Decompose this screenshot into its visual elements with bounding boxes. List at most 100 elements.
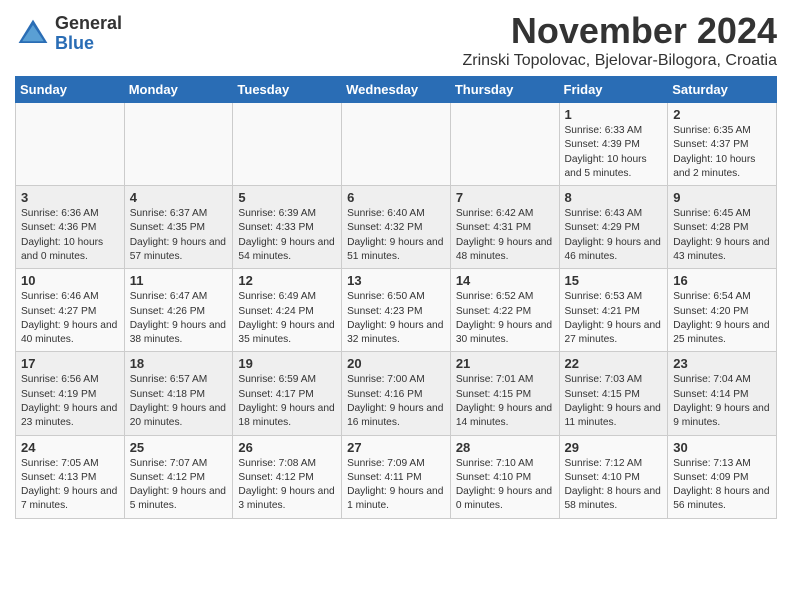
day-number: 15: [565, 273, 663, 288]
day-info: Sunrise: 7:04 AM Sunset: 4:14 PM Dayligh…: [673, 373, 771, 430]
calendar-cell: 26 Sunrise: 7:08 AM Sunset: 4:12 PM Dayli…: [233, 435, 342, 518]
day-info: Sunrise: 6:49 AM Sunset: 4:24 PM Dayligh…: [238, 290, 336, 347]
day-number: 23: [673, 356, 771, 371]
calendar-cell: 12 Sunrise: 6:49 AM Sunset: 4:24 PM Dayli…: [233, 269, 342, 352]
day-info: Sunrise: 7:01 AM Sunset: 4:15 PM Dayligh…: [456, 373, 554, 430]
day-info: Sunrise: 6:37 AM Sunset: 4:35 PM Dayligh…: [130, 207, 228, 264]
day-number: 4: [130, 190, 228, 205]
day-number: 11: [130, 273, 228, 288]
day-info: Sunrise: 6:52 AM Sunset: 4:22 PM Dayligh…: [456, 290, 554, 347]
day-number: 1: [565, 107, 663, 122]
day-info: Sunrise: 6:57 AM Sunset: 4:18 PM Dayligh…: [130, 373, 228, 430]
day-number: 24: [21, 440, 119, 455]
month-title: November 2024: [462, 10, 777, 52]
day-number: 21: [456, 356, 554, 371]
day-info: Sunrise: 6:33 AM Sunset: 4:39 PM Dayligh…: [565, 124, 663, 181]
day-info: Sunrise: 7:08 AM Sunset: 4:12 PM Dayligh…: [238, 457, 336, 514]
day-number: 28: [456, 440, 554, 455]
calendar-cell: 17 Sunrise: 6:56 AM Sunset: 4:19 PM Dayli…: [16, 352, 125, 435]
day-number: 3: [21, 190, 119, 205]
calendar-cell: 4 Sunrise: 6:37 AM Sunset: 4:35 PM Daylig…: [124, 186, 233, 269]
calendar-cell: 15 Sunrise: 6:53 AM Sunset: 4:21 PM Dayli…: [559, 269, 668, 352]
day-number: 13: [347, 273, 445, 288]
calendar-cell: 20 Sunrise: 7:00 AM Sunset: 4:16 PM Dayli…: [342, 352, 451, 435]
day-number: 20: [347, 356, 445, 371]
calendar-week-row: 24 Sunrise: 7:05 AM Sunset: 4:13 PM Dayli…: [16, 435, 777, 518]
weekday-header-sunday: Sunday: [16, 77, 125, 103]
day-info: Sunrise: 7:07 AM Sunset: 4:12 PM Dayligh…: [130, 457, 228, 514]
calendar-cell: 22 Sunrise: 7:03 AM Sunset: 4:15 PM Dayli…: [559, 352, 668, 435]
logo-icon: [15, 16, 51, 52]
calendar-cell: 8Sunrise: 6:43 AM Sunset: 4:29 PM Daylig…: [559, 186, 668, 269]
weekday-header-row: SundayMondayTuesdayWednesdayThursdayFrid…: [16, 77, 777, 103]
day-number: 30: [673, 440, 771, 455]
calendar-cell: 2 Sunrise: 6:35 AM Sunset: 4:37 PM Daylig…: [668, 103, 777, 186]
calendar-cell: 21 Sunrise: 7:01 AM Sunset: 4:15 PM Dayli…: [450, 352, 559, 435]
day-info: Sunrise: 6:50 AM Sunset: 4:23 PM Dayligh…: [347, 290, 445, 347]
calendar-cell: 29 Sunrise: 7:12 AM Sunset: 4:10 PM Dayli…: [559, 435, 668, 518]
day-number: 25: [130, 440, 228, 455]
calendar-cell: 23 Sunrise: 7:04 AM Sunset: 4:14 PM Dayli…: [668, 352, 777, 435]
calendar-cell: 16Sunrise: 6:54 AM Sunset: 4:20 PM Dayli…: [668, 269, 777, 352]
calendar-cell: 6Sunrise: 6:40 AM Sunset: 4:32 PM Daylig…: [342, 186, 451, 269]
calendar-cell: 1 Sunrise: 6:33 AM Sunset: 4:39 PM Daylig…: [559, 103, 668, 186]
day-info: Sunrise: 6:35 AM Sunset: 4:37 PM Dayligh…: [673, 124, 771, 181]
calendar-cell: 19 Sunrise: 6:59 AM Sunset: 4:17 PM Dayli…: [233, 352, 342, 435]
calendar-cell: 27 Sunrise: 7:09 AM Sunset: 4:11 PM Dayli…: [342, 435, 451, 518]
calendar-cell: 30 Sunrise: 7:13 AM Sunset: 4:09 PM Dayli…: [668, 435, 777, 518]
calendar-cell: 3Sunrise: 6:36 AM Sunset: 4:36 PM Daylig…: [16, 186, 125, 269]
day-info: Sunrise: 7:13 AM Sunset: 4:09 PM Dayligh…: [673, 457, 771, 514]
day-info: Sunrise: 6:53 AM Sunset: 4:21 PM Dayligh…: [565, 290, 663, 347]
weekday-header-friday: Friday: [559, 77, 668, 103]
day-number: 9: [673, 190, 771, 205]
weekday-header-thursday: Thursday: [450, 77, 559, 103]
day-number: 6: [347, 190, 445, 205]
calendar-cell: 10Sunrise: 6:46 AM Sunset: 4:27 PM Dayli…: [16, 269, 125, 352]
day-info: Sunrise: 7:10 AM Sunset: 4:10 PM Dayligh…: [456, 457, 554, 514]
calendar-week-row: 3Sunrise: 6:36 AM Sunset: 4:36 PM Daylig…: [16, 186, 777, 269]
day-info: Sunrise: 7:05 AM Sunset: 4:13 PM Dayligh…: [21, 457, 119, 514]
calendar-cell: 18Sunrise: 6:57 AM Sunset: 4:18 PM Dayli…: [124, 352, 233, 435]
day-info: Sunrise: 7:00 AM Sunset: 4:16 PM Dayligh…: [347, 373, 445, 430]
weekday-header-monday: Monday: [124, 77, 233, 103]
day-number: 22: [565, 356, 663, 371]
calendar-cell: [450, 103, 559, 186]
title-area: November 2024 Zrinski Topolovac, Bjelova…: [462, 10, 777, 70]
day-info: Sunrise: 7:12 AM Sunset: 4:10 PM Dayligh…: [565, 457, 663, 514]
day-number: 14: [456, 273, 554, 288]
day-info: Sunrise: 7:09 AM Sunset: 4:11 PM Dayligh…: [347, 457, 445, 514]
day-number: 2: [673, 107, 771, 122]
header: General Blue November 2024 Zrinski Topol…: [15, 10, 777, 70]
calendar-cell: 5 Sunrise: 6:39 AM Sunset: 4:33 PM Daylig…: [233, 186, 342, 269]
calendar-cell: 7 Sunrise: 6:42 AM Sunset: 4:31 PM Daylig…: [450, 186, 559, 269]
day-number: 29: [565, 440, 663, 455]
day-info: Sunrise: 6:56 AM Sunset: 4:19 PM Dayligh…: [21, 373, 119, 430]
calendar-cell: 13 Sunrise: 6:50 AM Sunset: 4:23 PM Dayli…: [342, 269, 451, 352]
day-info: Sunrise: 6:59 AM Sunset: 4:17 PM Dayligh…: [238, 373, 336, 430]
calendar-week-row: 17 Sunrise: 6:56 AM Sunset: 4:19 PM Dayli…: [16, 352, 777, 435]
day-number: 7: [456, 190, 554, 205]
calendar-cell: 11 Sunrise: 6:47 AM Sunset: 4:26 PM Dayli…: [124, 269, 233, 352]
day-info: Sunrise: 6:42 AM Sunset: 4:31 PM Dayligh…: [456, 207, 554, 264]
calendar-cell: [233, 103, 342, 186]
weekday-header-wednesday: Wednesday: [342, 77, 451, 103]
day-number: 16: [673, 273, 771, 288]
day-number: 17: [21, 356, 119, 371]
logo-general: General: [55, 14, 122, 34]
day-info: Sunrise: 7:03 AM Sunset: 4:15 PM Dayligh…: [565, 373, 663, 430]
logo-blue: Blue: [55, 34, 122, 54]
day-info: Sunrise: 6:46 AM Sunset: 4:27 PM Dayligh…: [21, 290, 119, 347]
day-number: 5: [238, 190, 336, 205]
day-number: 12: [238, 273, 336, 288]
calendar-cell: 9Sunrise: 6:45 AM Sunset: 4:28 PM Daylig…: [668, 186, 777, 269]
day-number: 19: [238, 356, 336, 371]
calendar-table: SundayMondayTuesdayWednesdayThursdayFrid…: [15, 76, 777, 519]
day-info: Sunrise: 6:39 AM Sunset: 4:33 PM Dayligh…: [238, 207, 336, 264]
calendar-cell: [342, 103, 451, 186]
weekday-header-tuesday: Tuesday: [233, 77, 342, 103]
calendar-cell: 28 Sunrise: 7:10 AM Sunset: 4:10 PM Dayli…: [450, 435, 559, 518]
day-number: 26: [238, 440, 336, 455]
weekday-header-saturday: Saturday: [668, 77, 777, 103]
day-info: Sunrise: 6:47 AM Sunset: 4:26 PM Dayligh…: [130, 290, 228, 347]
day-number: 27: [347, 440, 445, 455]
